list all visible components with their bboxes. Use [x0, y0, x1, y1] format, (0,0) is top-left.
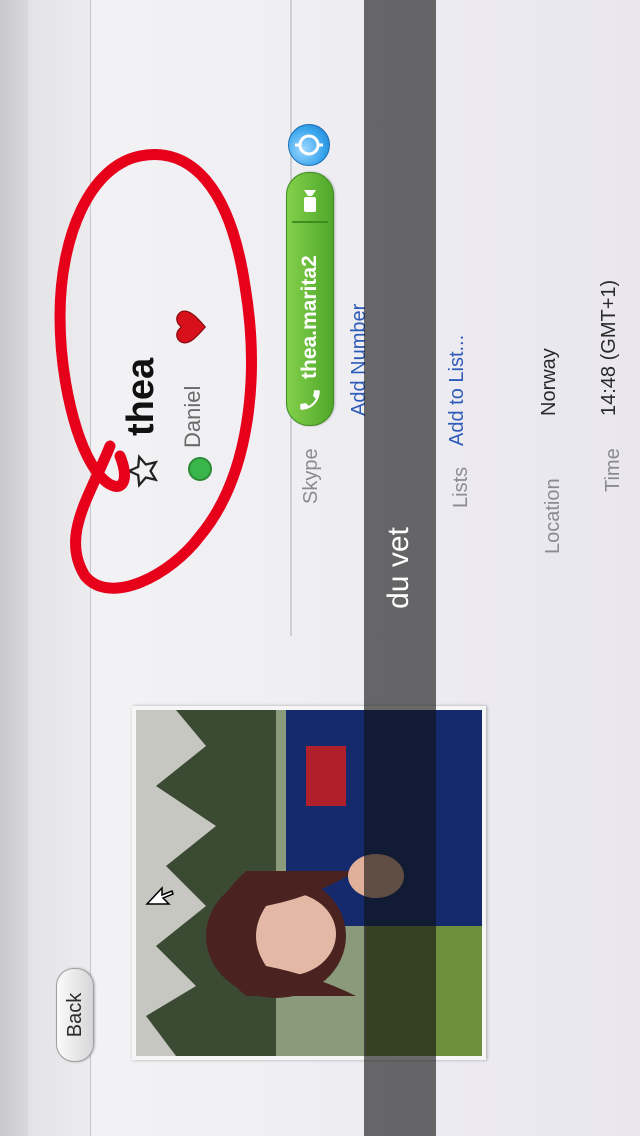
skype-field-label: Skype [300, 448, 322, 504]
phone-icon [300, 390, 320, 410]
local-time-value: 14:48 (GMT+1) [598, 279, 620, 416]
back-button[interactable]: Back [56, 968, 94, 1062]
mood-message: Daniel [180, 385, 205, 448]
mouse-cursor-icon [145, 886, 174, 905]
screen-bezel-edge [0, 0, 28, 1136]
caption-text: du vet [382, 527, 415, 609]
skype-call-button[interactable]: thea.marita2 [286, 172, 334, 426]
skype-username: thea.marita2 [298, 255, 321, 379]
skype-profile-window: Back thea Daniel Skype thea.marita2 Add … [0, 0, 640, 1136]
button-separator [292, 221, 328, 223]
lists-field-label: Lists [450, 466, 472, 508]
heart-icon [176, 310, 207, 344]
header-bar: Back [28, 0, 94, 1136]
contact-display-name: thea [120, 357, 162, 436]
online-status-icon [188, 457, 212, 481]
caption-overlay: du vet [364, 0, 436, 1136]
time-field-label: Time [602, 448, 624, 492]
info-icon[interactable] [288, 124, 330, 166]
location-value: Norway [538, 348, 560, 416]
video-camera-icon[interactable] [302, 189, 318, 213]
add-to-list-link[interactable]: Add to List... [446, 335, 469, 446]
location-field-label: Location [542, 478, 564, 554]
star-outline-icon[interactable] [126, 454, 160, 488]
